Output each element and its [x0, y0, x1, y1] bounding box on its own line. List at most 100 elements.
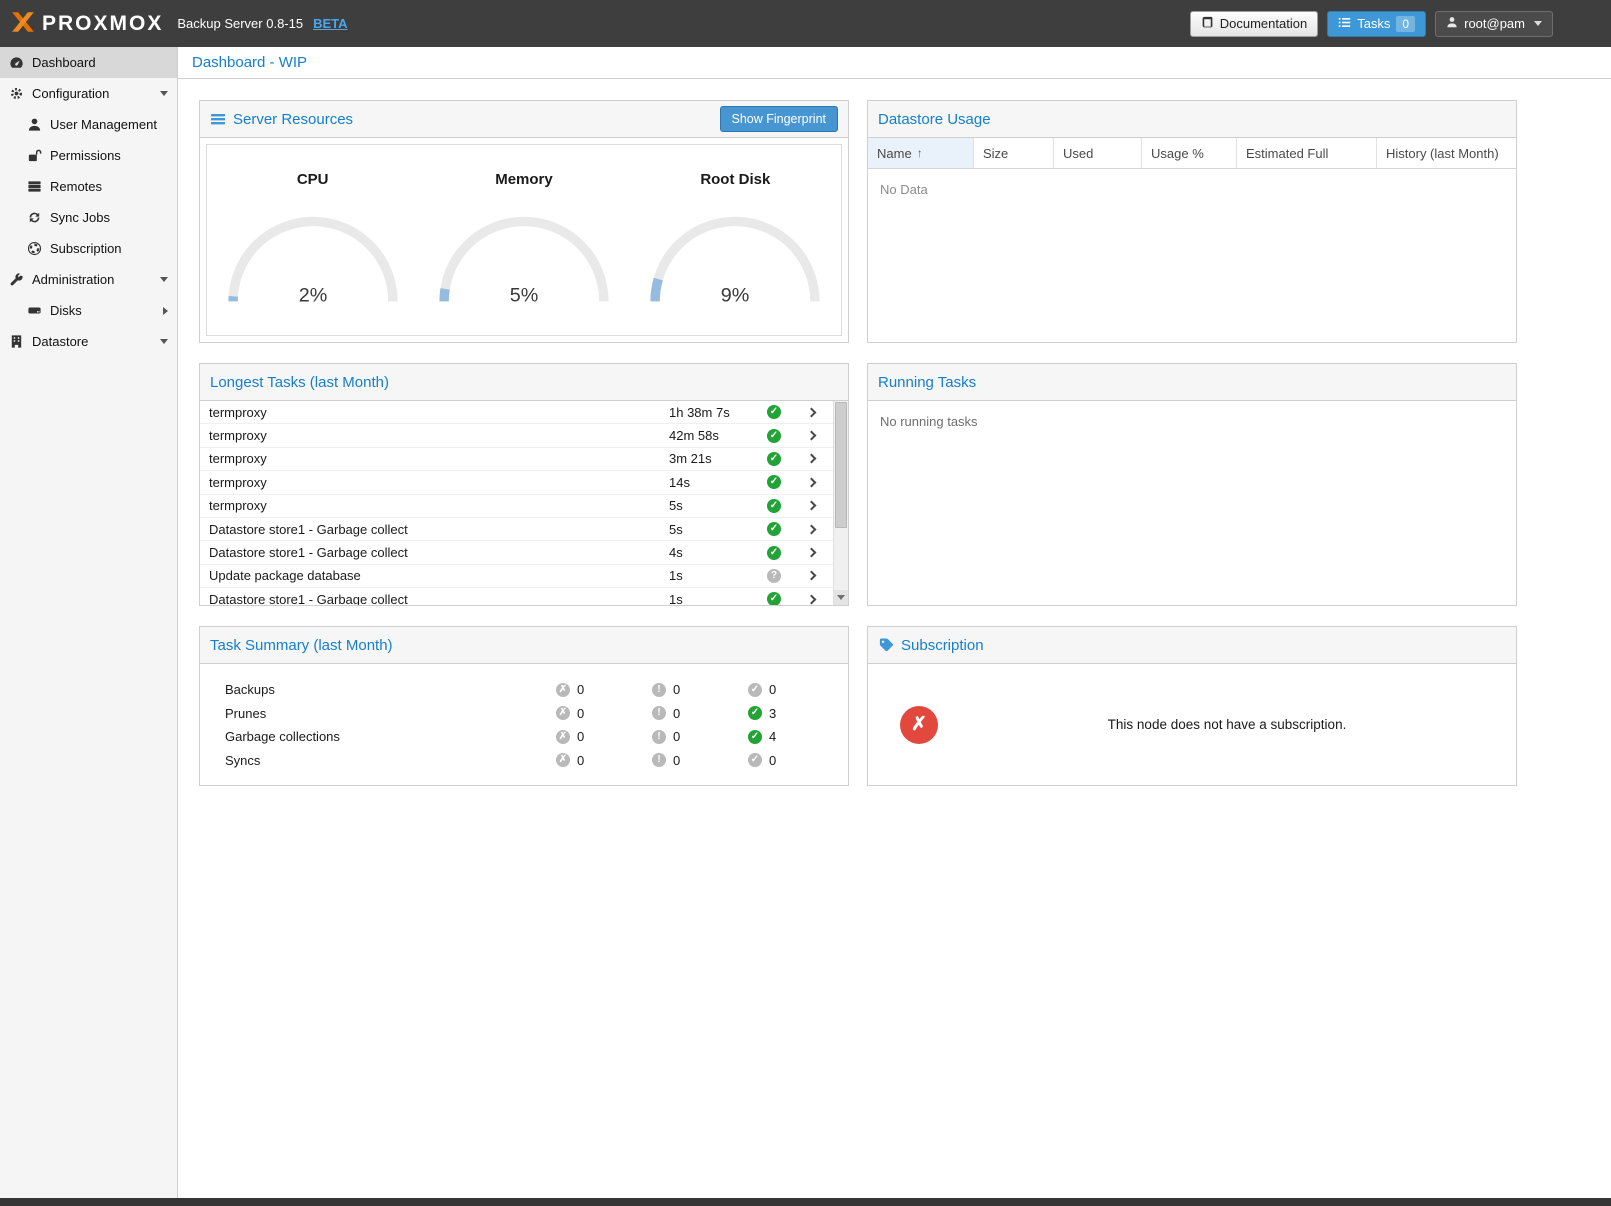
open-task-button[interactable] [789, 409, 833, 416]
column-header-estimated-full[interactable]: Estimated Full [1237, 138, 1377, 168]
task-row[interactable]: termproxy 14s [200, 471, 833, 494]
datastore-usage-panel: Datastore Usage Name ↑ Size Used Usage %… [867, 100, 1517, 343]
beta-link[interactable]: BETA [313, 16, 347, 31]
documentation-button[interactable]: Documentation [1190, 11, 1318, 37]
column-header-name[interactable]: Name ↑ [868, 138, 974, 168]
warning-icon [652, 706, 666, 720]
task-row[interactable]: termproxy 5s [200, 495, 833, 518]
vertical-scrollbar[interactable] [833, 401, 848, 605]
sidebar-item-label: Configuration [32, 86, 109, 101]
disk-icon [27, 303, 42, 318]
task-status-icon [767, 592, 781, 605]
ticket-icon [878, 637, 894, 653]
open-task-button[interactable] [789, 596, 833, 603]
chevron-right-icon [806, 524, 816, 534]
scroll-down-button[interactable] [834, 590, 848, 605]
panel-title: Datastore Usage [878, 111, 991, 128]
sidebar-item-user-management[interactable]: User Management [0, 109, 177, 140]
sidebar-item-dashboard[interactable]: Dashboard [0, 47, 177, 78]
task-row[interactable]: termproxy 42m 58s [200, 424, 833, 447]
open-task-button[interactable] [789, 479, 833, 486]
task-row[interactable]: termproxy 3m 21s [200, 448, 833, 471]
column-header-size[interactable]: Size [974, 138, 1054, 168]
task-summary-panel: Task Summary (last Month) Backups 0 0 0 … [199, 626, 849, 786]
sidebar-item-label: User Management [50, 117, 157, 132]
sidebar-item-disks[interactable]: Disks [0, 295, 177, 326]
caret-down-icon [160, 277, 168, 282]
open-task-button[interactable] [789, 432, 833, 439]
sort-asc-icon: ↑ [917, 146, 923, 160]
task-status-icon [767, 429, 781, 443]
server-resources-panel: Server Resources Show Fingerprint CPU 2%… [199, 100, 849, 343]
user-menu-button[interactable]: root@pam [1435, 11, 1553, 37]
longest-tasks-header: Longest Tasks (last Month) [200, 364, 848, 401]
gauge-label: Root Disk [700, 171, 770, 188]
app-title: Backup Server 0.8-15 [177, 16, 303, 31]
sidebar-item-label: Subscription [50, 241, 122, 256]
bottom-bar [0, 1198, 1611, 1206]
scrollbar-thumb[interactable] [835, 402, 847, 528]
panel-title: Task Summary (last Month) [210, 637, 393, 654]
task-status-icon [767, 475, 781, 489]
sidebar-item-permissions[interactable]: Permissions [0, 140, 177, 171]
task-status-icon [767, 452, 781, 466]
task-list-icon [1338, 16, 1351, 32]
warning-icon [652, 683, 666, 697]
ok-icon [748, 706, 762, 720]
error-count: 0 [577, 706, 584, 721]
svg-text:2%: 2% [298, 284, 327, 306]
open-task-button[interactable] [789, 549, 833, 556]
topbar-actions: Documentation Tasks 0 root@pam [1190, 11, 1553, 37]
sidebar-item-label: Dashboard [32, 55, 96, 70]
unlock-icon [27, 148, 42, 163]
datastore-usage-columns: Name ↑ Size Used Usage % Estimated Full … [868, 138, 1516, 169]
open-task-button[interactable] [789, 526, 833, 533]
server-icon [27, 179, 42, 194]
cpu-gauge: CPU 2% [207, 145, 418, 335]
panel-title: Subscription [901, 637, 984, 654]
open-task-button[interactable] [789, 572, 833, 579]
main-area: Dashboard - WIP Server Resources Show Fi… [178, 47, 1611, 1198]
sidebar-item-datastore[interactable]: Datastore [0, 326, 177, 357]
caret-down-icon [160, 91, 168, 96]
sidebar-item-remotes[interactable]: Remotes [0, 171, 177, 202]
svg-text:9%: 9% [721, 284, 750, 306]
column-header-history[interactable]: History (last Month) [1377, 138, 1516, 168]
task-row[interactable]: Datastore store1 - Garbage collect 1s [200, 588, 833, 605]
column-header-used[interactable]: Used [1054, 138, 1142, 168]
sidebar-item-label: Remotes [50, 179, 102, 194]
task-row[interactable]: Datastore store1 - Garbage collect 4s [200, 541, 833, 564]
ok-count: 4 [769, 729, 776, 744]
task-row[interactable]: Datastore store1 - Garbage collect 5s [200, 518, 833, 541]
task-summary-table: Backups 0 0 0 Prunes 0 0 3 Garbage colle… [200, 664, 848, 772]
sidebar: Dashboard Configuration User Management … [0, 47, 178, 1198]
warning-icon [652, 730, 666, 744]
sidebar-item-administration[interactable]: Administration [0, 264, 177, 295]
chevron-right-icon [806, 407, 816, 417]
tasks-button[interactable]: Tasks 0 [1327, 11, 1426, 37]
chevron-down-icon [1534, 21, 1542, 26]
open-task-button[interactable] [789, 455, 833, 462]
server-resources-header: Server Resources Show Fingerprint [200, 101, 848, 138]
lifering-icon [27, 241, 42, 256]
sidebar-item-subscription[interactable]: Subscription [0, 233, 177, 264]
cpu-gauge-arc: 2% [219, 210, 407, 309]
task-status-icon [767, 405, 781, 419]
sidebar-item-configuration[interactable]: Configuration [0, 78, 177, 109]
chevron-right-icon [806, 594, 816, 604]
documentation-label: Documentation [1220, 16, 1307, 31]
ok-icon [748, 753, 762, 767]
task-row[interactable]: Update package database 1s [200, 565, 833, 588]
ok-icon [748, 683, 762, 697]
sidebar-item-sync-jobs[interactable]: Sync Jobs [0, 202, 177, 233]
svg-text:5%: 5% [510, 284, 539, 306]
task-status-icon [767, 522, 781, 536]
tasks-label: Tasks [1357, 16, 1390, 31]
open-task-button[interactable] [789, 502, 833, 509]
column-header-usage-pct[interactable]: Usage % [1142, 138, 1237, 168]
chevron-right-icon [806, 548, 816, 558]
task-row[interactable]: termproxy 1h 38m 7s [200, 401, 833, 424]
datastore-usage-header: Datastore Usage [868, 101, 1516, 138]
subscription-panel: Subscription ✗ This node does not have a… [867, 626, 1517, 786]
show-fingerprint-button[interactable]: Show Fingerprint [720, 106, 839, 132]
